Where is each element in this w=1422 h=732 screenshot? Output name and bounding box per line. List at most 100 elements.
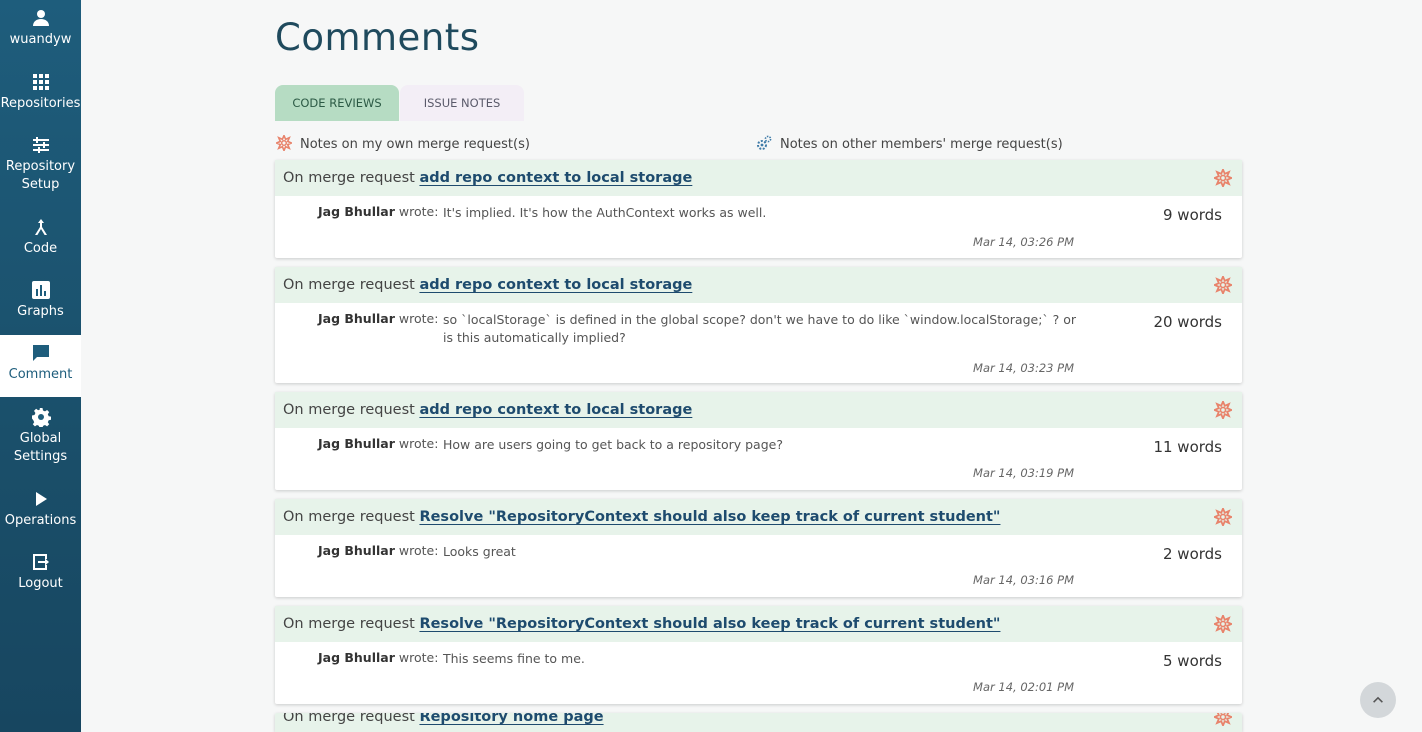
card-body: Jag Bhullar wrote: so `localStorage` is …	[275, 303, 1242, 383]
word-count: 20 words	[1153, 313, 1222, 331]
wrote-label: wrote:	[398, 543, 439, 558]
card-header: On merge request add repo context to loc…	[275, 392, 1242, 428]
merge-request-prefix: On merge request	[283, 170, 415, 186]
sidebar-item-label-2: Setup	[21, 177, 60, 192]
merge-request-link[interactable]: Resolve "RepositoryContext should also k…	[419, 616, 1000, 632]
comment-icon	[32, 345, 49, 361]
gear-star-icon	[276, 135, 292, 151]
merge-request-link[interactable]: add repo context to local storage	[419, 402, 692, 418]
logout-icon	[32, 554, 49, 570]
tab-code-reviews[interactable]: CODE REVIEWS	[275, 85, 399, 121]
gears-icon	[757, 135, 772, 150]
wrote-label: wrote:	[398, 311, 439, 326]
gear-star-icon[interactable]	[1214, 615, 1232, 633]
chevron-up-icon	[1373, 696, 1383, 703]
comment-date: Mar 14, 03:26 PM	[973, 235, 1074, 249]
sidebar-user-label: wuandyw	[9, 32, 72, 47]
comment-card: On merge request Resolve "RepositoryCont…	[275, 606, 1242, 704]
gear-star-icon[interactable]	[1214, 169, 1232, 187]
gear-star-icon[interactable]	[1214, 508, 1232, 526]
word-count: 2 words	[1163, 545, 1222, 563]
sidebar-item-label: Repository	[5, 159, 76, 174]
comment-author: Jag Bhullar wrote:	[318, 311, 438, 326]
card-header: On merge request Resolve "RepositoryCont…	[275, 499, 1242, 535]
legend-other-notes: Notes on other members' merge request(s)	[756, 135, 1063, 152]
merge-request-link[interactable]: add repo context to local storage	[419, 277, 692, 293]
author-name: Jag Bhullar	[318, 650, 395, 665]
word-count: 5 words	[1163, 652, 1222, 670]
sidebar-item-user[interactable]: wuandyw	[0, 8, 81, 54]
merge-request-link[interactable]: Resolve "RepositoryContext should also k…	[419, 509, 1000, 525]
merge-request-link[interactable]: add repo context to local storage	[419, 170, 692, 186]
sidebar-item-repositories[interactable]: Repositories	[0, 72, 81, 118]
sidebar-item-label: Global	[19, 431, 62, 446]
scroll-to-top-button[interactable]	[1360, 682, 1396, 718]
word-count: 11 words	[1153, 438, 1222, 456]
gear-star-icon[interactable]	[1214, 713, 1232, 726]
legend-others-label: Notes on other members' merge request(s)	[780, 137, 1063, 152]
page-title: Comments	[275, 16, 480, 59]
user-icon	[32, 10, 49, 26]
sidebar-item-label: Graphs	[17, 304, 64, 319]
comment-author: Jag Bhullar wrote:	[318, 543, 438, 558]
comment-text: Looks great	[443, 544, 516, 559]
sidebar-item-global-settings[interactable]: Global Settings	[0, 407, 81, 471]
legend-own-label: Notes on my own merge request(s)	[300, 137, 530, 152]
comment-card: On merge request add repo context to loc…	[275, 160, 1242, 258]
comment-card: On merge request add repo context to loc…	[275, 267, 1242, 383]
comment-text: so `localStorage` is defined in the glob…	[443, 312, 1077, 345]
merge-request-prefix: On merge request	[283, 509, 415, 525]
sidebar: wuandyw Repositories Repository Setup Co…	[0, 0, 81, 732]
bar-chart-icon	[31, 281, 50, 299]
comment-author: Jag Bhullar wrote:	[318, 204, 438, 219]
comment-card: On merge request Repository home page	[275, 713, 1242, 732]
card-header: On merge request Resolve "RepositoryCont…	[275, 606, 1242, 642]
sidebar-item-operations[interactable]: Operations	[0, 489, 81, 535]
sliders-icon	[32, 137, 49, 153]
merge-request-prefix: On merge request	[283, 277, 415, 293]
sidebar-item-label: Repositories	[0, 96, 81, 111]
merge-request-link[interactable]: Repository home page	[419, 713, 603, 725]
word-count: 9 words	[1163, 206, 1222, 224]
comment-card: On merge request Resolve "RepositoryCont…	[275, 499, 1242, 597]
merge-request-prefix: On merge request	[283, 402, 415, 418]
merge-request-prefix: On merge request	[283, 713, 415, 725]
sidebar-item-logout[interactable]: Logout	[0, 552, 81, 598]
sidebar-item-code[interactable]: Code	[0, 217, 81, 263]
card-header: On merge request add repo context to loc…	[275, 267, 1242, 303]
tab-issue-notes[interactable]: ISSUE NOTES	[400, 85, 524, 121]
grid-icon	[32, 74, 49, 90]
card-body: Jag Bhullar wrote: This seems fine to me…	[275, 642, 1242, 704]
comment-text: It's implied. It's how the AuthContext w…	[443, 205, 767, 220]
sidebar-item-label: Logout	[18, 576, 63, 591]
author-name: Jag Bhullar	[318, 311, 395, 326]
gear-icon	[31, 408, 51, 427]
comment-author: Jag Bhullar wrote:	[318, 436, 438, 451]
comment-text: This seems fine to me.	[443, 651, 585, 666]
wrote-label: wrote:	[398, 436, 439, 451]
card-body: Jag Bhullar wrote: Looks great 2 words M…	[275, 535, 1242, 597]
merge-request-prefix: On merge request	[283, 616, 415, 632]
author-name: Jag Bhullar	[318, 543, 395, 558]
wrote-label: wrote:	[398, 204, 439, 219]
wrote-label: wrote:	[398, 650, 439, 665]
sidebar-item-graphs[interactable]: Graphs	[0, 280, 81, 326]
comment-date: Mar 14, 03:23 PM	[973, 361, 1074, 375]
card-body: Jag Bhullar wrote: How are users going t…	[275, 428, 1242, 490]
sidebar-item-repository-setup[interactable]: Repository Setup	[0, 135, 81, 199]
merge-icon	[34, 219, 47, 235]
gear-star-icon[interactable]	[1214, 401, 1232, 419]
author-name: Jag Bhullar	[318, 204, 395, 219]
comment-date: Mar 14, 03:16 PM	[973, 573, 1074, 587]
comment-author: Jag Bhullar wrote:	[318, 650, 438, 665]
legend-own-notes: Notes on my own merge request(s)	[276, 135, 530, 152]
play-icon	[35, 492, 47, 506]
gear-star-icon[interactable]	[1214, 276, 1232, 294]
comment-card: On merge request add repo context to loc…	[275, 392, 1242, 490]
sidebar-item-label: Comment	[8, 367, 73, 382]
sidebar-item-comment[interactable]: Comment	[0, 335, 81, 397]
author-name: Jag Bhullar	[318, 436, 395, 451]
comment-date: Mar 14, 03:19 PM	[973, 466, 1074, 480]
comment-text: How are users going to get back to a rep…	[443, 437, 783, 452]
sidebar-item-label: Operations	[4, 513, 77, 528]
